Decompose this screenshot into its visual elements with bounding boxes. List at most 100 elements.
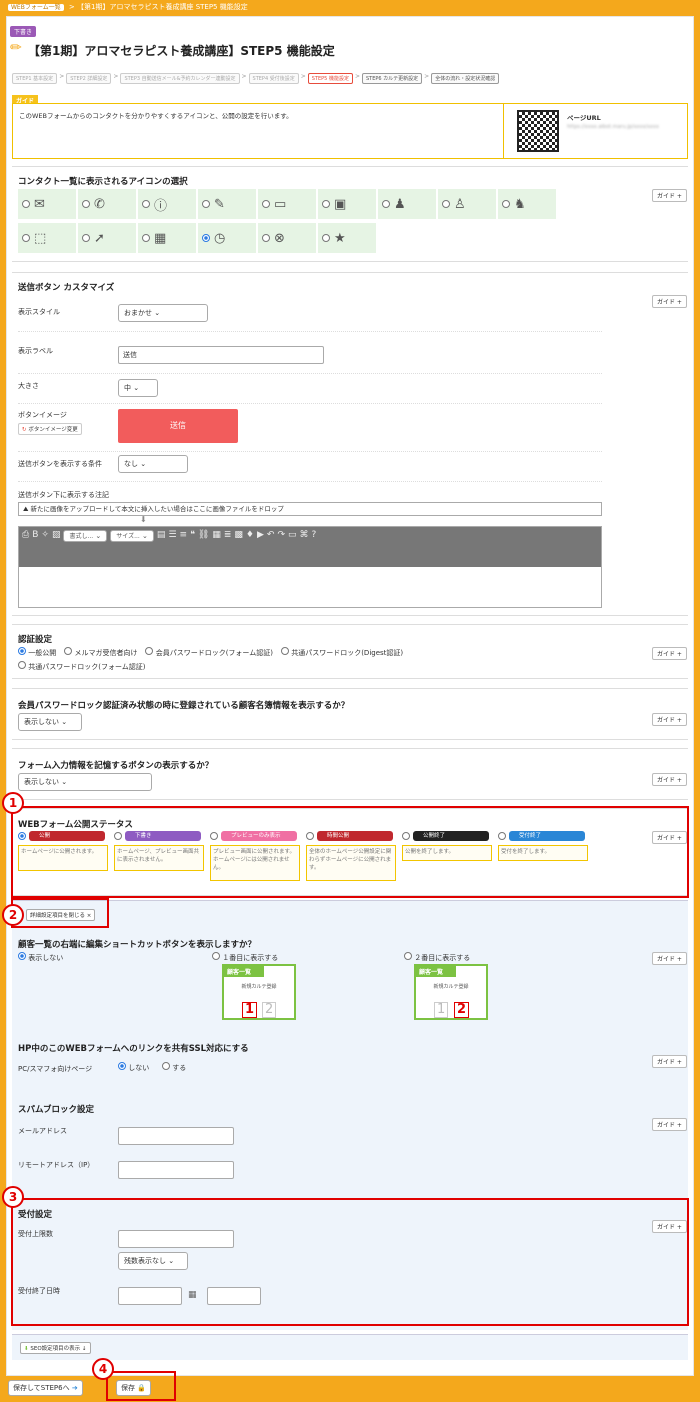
screen-icon[interactable]: ▭ — [288, 530, 297, 564]
shortcut-second-radio[interactable]: ２番目に表示する — [404, 952, 470, 963]
icon-option-person[interactable]: ♟ — [378, 189, 436, 219]
shortcut-first-radio[interactable]: １番目に表示する — [212, 952, 278, 963]
format-select[interactable]: 書式し... — [63, 530, 108, 542]
icon-option-board[interactable]: ▭ — [258, 189, 316, 219]
guide-button[interactable]: ガイド + — [652, 773, 687, 786]
step-4-tab[interactable]: STEP4 受付後設定 — [248, 73, 299, 84]
guide-button[interactable]: ガイド + — [652, 295, 687, 308]
submit-button-preview: 送信 — [118, 409, 238, 443]
overview-tab[interactable]: 全体の流れ・設定状況確認 — [431, 73, 500, 84]
board-icon: ▭ — [274, 196, 287, 212]
page-url-value[interactable]: https://xxxx.aibot.maru.jp/xxxx/xxxx — [567, 124, 677, 130]
icon-option-note[interactable]: ▣ — [318, 189, 376, 219]
show-seo-button[interactable]: ⬇ SEO設定項目の表示 ↓ — [20, 1342, 91, 1354]
ssl-on-radio[interactable]: する — [162, 1062, 186, 1073]
save-next-button[interactable]: 保存してSTEP6へ ➔ — [8, 1380, 83, 1396]
marker-icon[interactable]: ♦ — [246, 530, 254, 564]
guide-button[interactable]: ガイド + — [652, 647, 687, 660]
image-drop-zone[interactable]: ⛰ 新たに画像をアップロードして本文に挿入したい場合はここに画像ファイルをドロッ… — [18, 502, 602, 516]
font-size-select[interactable]: サイズ... — [110, 530, 154, 542]
undo-icon[interactable]: ↶ — [267, 530, 275, 564]
code-icon[interactable]: ⌘ — [300, 530, 309, 564]
guide-button[interactable]: ガイド + — [652, 189, 687, 202]
icon-option-book[interactable]: ⬚ — [18, 223, 76, 253]
bold-icon[interactable]: B — [32, 530, 38, 564]
icon-option-info[interactable]: ⓘ — [138, 189, 196, 219]
spam-remote-input[interactable] — [118, 1161, 234, 1179]
auth-section: 認証設定 ガイド + 一般公開 メルマガ受信者向け 会員パスワードロック(フォー… — [12, 624, 688, 679]
phone-icon: ✆ — [94, 196, 105, 212]
icon-option-person2[interactable]: ♙ — [438, 189, 496, 219]
shortcut-none-radio[interactable]: 表示しない — [18, 952, 63, 963]
guide-button[interactable]: ガイド + — [652, 952, 687, 965]
help-icon[interactable]: ? — [312, 530, 317, 564]
guide-button[interactable]: ガイド + — [652, 1055, 687, 1068]
auth-public-radio[interactable]: 一般公開 — [18, 647, 56, 658]
link-icon[interactable]: ⛓ — [198, 530, 209, 564]
guide-button[interactable]: ガイド + — [652, 713, 687, 726]
guide-button[interactable]: ガイド + — [652, 1118, 687, 1131]
align-icon[interactable]: ≣ — [224, 530, 232, 564]
step-2-tab[interactable]: STEP2 詳細設定 — [66, 73, 112, 84]
label-input[interactable]: 送信 — [118, 346, 324, 364]
icon-option-cancel[interactable]: ⊗ — [258, 223, 316, 253]
upload-icon: ⛰ — [23, 505, 29, 513]
list-icon[interactable]: ☰ — [168, 530, 176, 564]
icon-option-phone[interactable]: ✆ — [78, 189, 136, 219]
preview-number-2: 2 — [454, 1002, 470, 1018]
table-icon[interactable]: ▦ — [212, 530, 221, 564]
remember-select[interactable]: 表示しない — [18, 773, 152, 791]
member-info-select[interactable]: 表示しない — [18, 713, 82, 731]
auth-common-form-radio[interactable]: 共通パスワードロック(フォーム認証) — [18, 661, 146, 672]
step-3-tab[interactable]: STEP3 自動送信メール&予約カレンダー連動設定 — [120, 73, 240, 84]
spam-mail-input[interactable] — [118, 1127, 234, 1145]
icon-option-mail[interactable]: ✉ — [18, 189, 76, 219]
preview-number-1: 1 — [242, 1002, 258, 1018]
icon-option-clock[interactable]: ◷ — [198, 223, 256, 253]
rich-text-editor[interactable]: ⎙B✧▨ 書式し... サイズ... ▤☰≡❝⛓▦≣▩♦▶↶↷▭⌘? — [18, 526, 602, 608]
pen-icon: ✎ — [214, 196, 225, 212]
clean-icon[interactable]: ✧ — [41, 530, 49, 564]
step-1-tab[interactable]: STEP1 基本設定 — [12, 73, 58, 84]
icon-option-arrow[interactable]: ➚ — [78, 223, 136, 253]
ssl-off-radio[interactable]: しない — [118, 1062, 149, 1073]
save-label: 保存 — [121, 1384, 135, 1392]
condition-select[interactable]: なし — [118, 455, 188, 473]
submit-section-title: 送信ボタン カスタマイズ — [18, 283, 115, 293]
icon-option-star[interactable]: ★ — [318, 223, 376, 253]
color-icon[interactable]: ▩ — [234, 530, 243, 564]
redo-icon[interactable]: ↷ — [277, 530, 285, 564]
icon-row-1: ✉ ✆ ⓘ ✎ ▭ ▣ ♟ ♙ ♞ — [18, 189, 556, 219]
list-num-icon[interactable]: ≡ — [180, 530, 188, 564]
auth-digest-radio[interactable]: 共通パスワードロック(Digest認証) — [280, 647, 403, 658]
step-sep: > — [424, 73, 430, 80]
note-icon: ▣ — [334, 196, 347, 212]
icon-option-pen[interactable]: ✎ — [198, 189, 256, 219]
preview-header: 顧客一覧 — [224, 966, 264, 977]
guide-divider — [503, 104, 504, 158]
step-sep: > — [300, 73, 306, 80]
quote-icon[interactable]: ❝ — [190, 530, 195, 564]
person-alt-icon: ♙ — [454, 196, 466, 212]
image-icon[interactable]: ▨ — [52, 530, 61, 564]
remember-section-title: フォーム入力情報を記憶するボタンの表示するか？ — [18, 761, 214, 771]
preview-number-2: 2 — [262, 1002, 277, 1018]
save-button[interactable]: 保存 🔒 — [116, 1380, 151, 1396]
step-5-tab[interactable]: STEP5 機能設定 — [307, 73, 353, 84]
remember-section: フォーム入力情報を記憶するボタンの表示するか？ ガイド + 表示しない — [12, 748, 688, 800]
save-next-label: 保存してSTEP6へ — [13, 1384, 70, 1392]
auth-member-radio[interactable]: 会員パスワードロック(フォーム認証) — [145, 647, 273, 658]
doc-icon[interactable]: ▤ — [157, 530, 166, 564]
style-select[interactable]: おまかせ — [118, 304, 208, 322]
print-icon[interactable]: ⎙ — [22, 530, 29, 564]
size-select[interactable]: 中 — [118, 379, 158, 397]
icon-option-calendar[interactable]: ▦ — [138, 223, 196, 253]
breadcrumb-root-link[interactable]: WEBフォーム一覧 — [8, 4, 64, 11]
auth-newsletter-radio[interactable]: メルマガ受信者向け — [64, 647, 137, 658]
change-image-button[interactable]: ↻ ボタンイメージ変更 — [18, 423, 82, 435]
icon-option-group[interactable]: ♞ — [498, 189, 556, 219]
icon-select-section: コンタクト一覧に表示されるアイコンの選択 ガイド + ✉ ✆ ⓘ ✎ ▭ ▣ ♟… — [12, 166, 688, 262]
video-icon[interactable]: ▶ — [257, 530, 264, 564]
step-6-tab[interactable]: STEP6 カルテ更新設定 — [361, 73, 423, 84]
highlight-box-3 — [11, 1198, 689, 1326]
